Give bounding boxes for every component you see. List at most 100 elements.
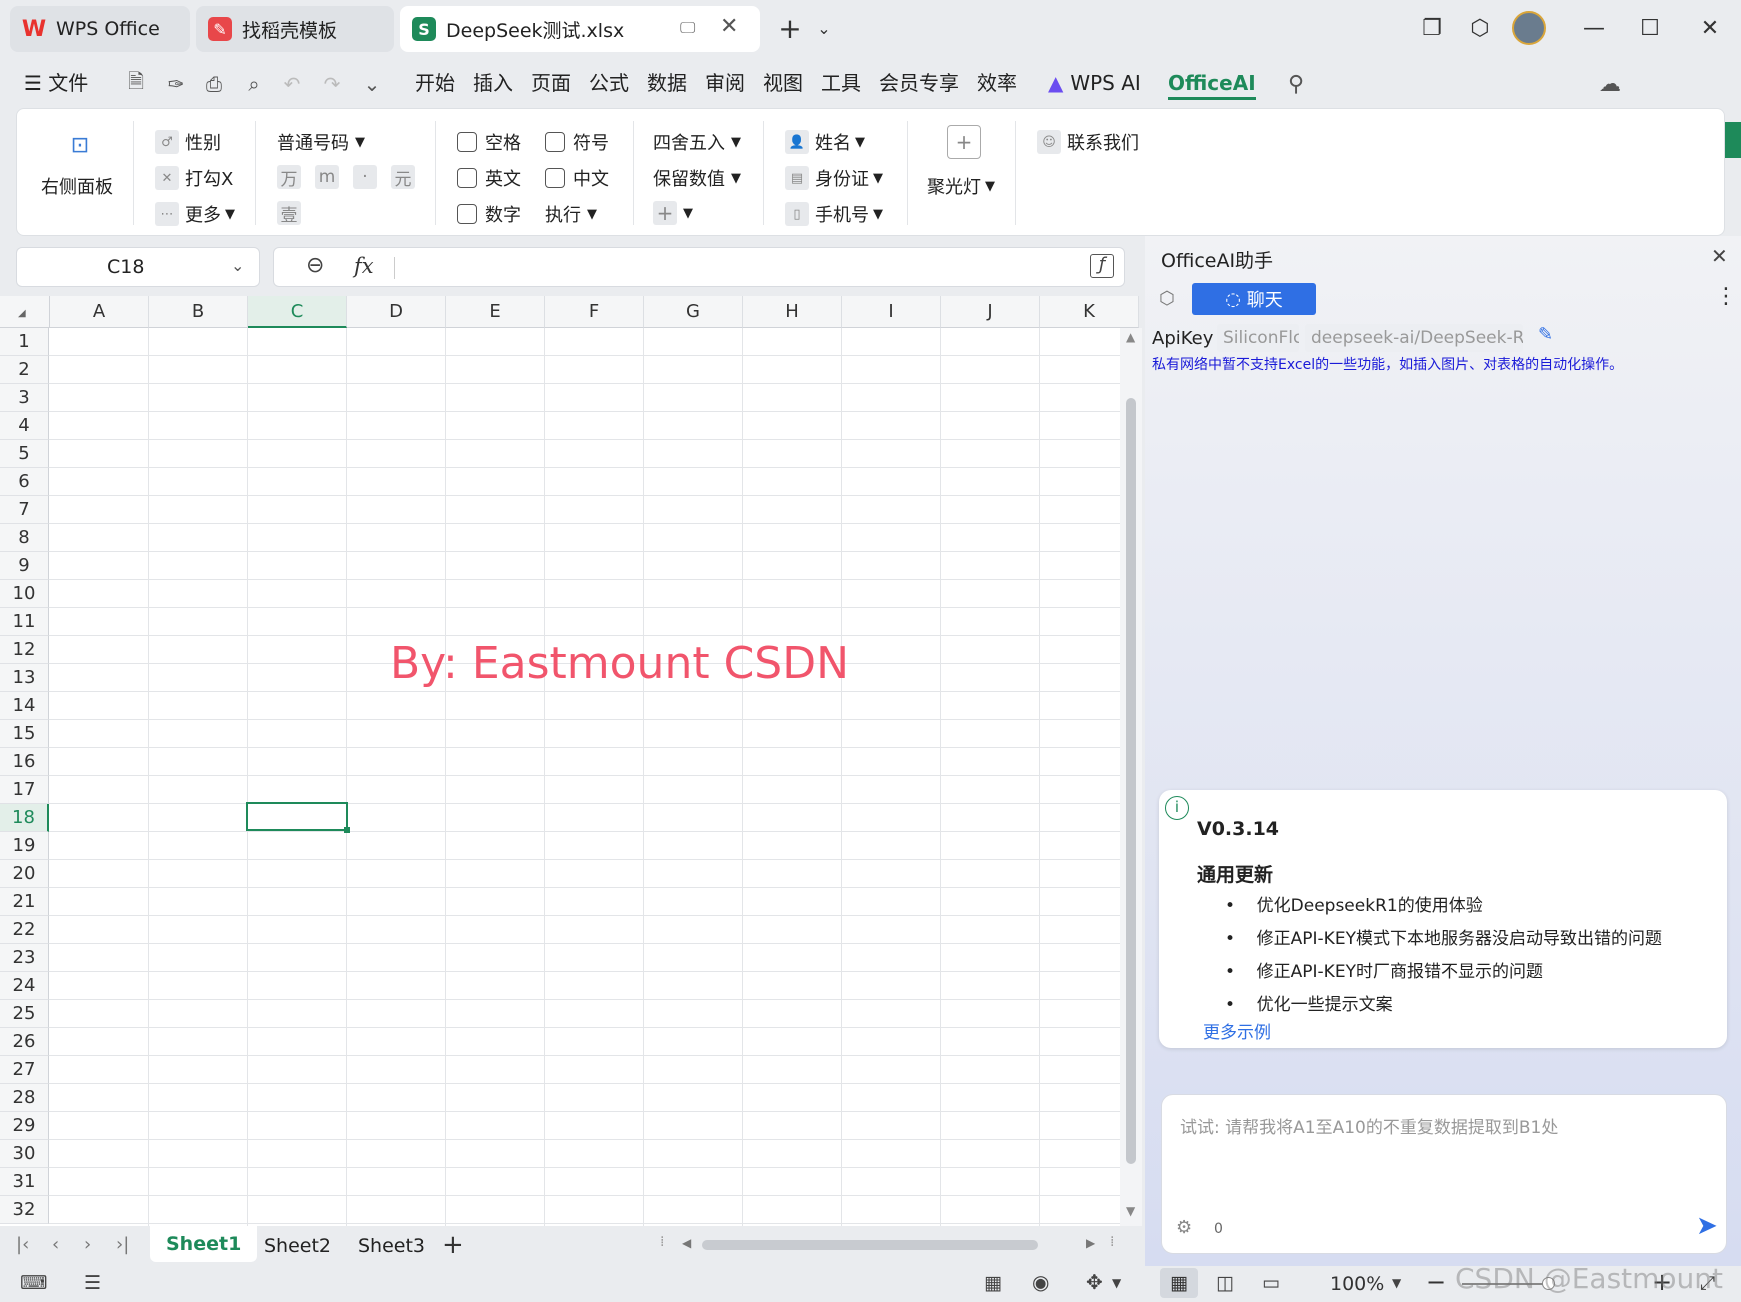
gender-button[interactable]: ♂ 性别 bbox=[155, 129, 221, 155]
page-layout-view-icon[interactable]: ▭ bbox=[1262, 1272, 1280, 1294]
add-dropdown[interactable]: + ▼ bbox=[653, 201, 693, 225]
column-header-f[interactable]: F bbox=[545, 296, 644, 328]
row-header-11[interactable]: 11 bbox=[0, 608, 49, 636]
macro-icon[interactable]: ⌨ bbox=[20, 1272, 47, 1294]
row-header-1[interactable]: 1 bbox=[0, 328, 49, 356]
prev-sheet-icon[interactable]: ‹ bbox=[52, 1234, 59, 1255]
scroll-up-icon[interactable]: ▲ bbox=[1126, 330, 1135, 344]
row-header-5[interactable]: 5 bbox=[0, 440, 49, 468]
column-header-e[interactable]: E bbox=[446, 296, 545, 328]
row-header-13[interactable]: 13 bbox=[0, 664, 49, 692]
provider-select[interactable]: SiliconFlc bbox=[1217, 324, 1299, 352]
more-button[interactable]: ⋯ 更多 ▼ bbox=[155, 201, 235, 227]
save-icon[interactable]: 🗎 bbox=[122, 69, 150, 98]
zoom-out-icon[interactable]: − bbox=[1426, 1268, 1446, 1296]
round-dropdown[interactable]: 四舍五入 ▼ bbox=[653, 129, 741, 155]
row-header-27[interactable]: 27 bbox=[0, 1056, 49, 1084]
print-icon[interactable]: ⎙ bbox=[200, 70, 228, 98]
close-tab-icon[interactable]: ✕ bbox=[720, 14, 738, 39]
english-checkbox[interactable]: 英文 bbox=[457, 165, 521, 191]
menu-formula[interactable]: 公式 bbox=[589, 66, 629, 100]
redo-icon[interactable]: ↷ bbox=[318, 70, 346, 98]
row-header-7[interactable]: 7 bbox=[0, 496, 49, 524]
close-panel-icon[interactable]: ✕ bbox=[1711, 244, 1728, 268]
tick-x-button[interactable]: ✕ 打勾X bbox=[155, 165, 233, 191]
phone-dropdown[interactable]: ▯ 手机号 ▼ bbox=[785, 201, 883, 227]
menu-efficiency[interactable]: 效率 bbox=[977, 66, 1017, 100]
column-header-c[interactable]: C bbox=[248, 296, 347, 328]
fmt-m-button[interactable]: m bbox=[315, 165, 345, 189]
selected-cell-c18[interactable] bbox=[246, 802, 350, 833]
sheet-tab-3[interactable]: Sheet3 bbox=[342, 1230, 441, 1262]
vertical-scrollbar[interactable]: ▲ ▼ bbox=[1120, 328, 1142, 1226]
row-header-8[interactable]: 8 bbox=[0, 524, 49, 552]
menu-data[interactable]: 数据 bbox=[647, 66, 687, 100]
row-header-18[interactable]: 18 bbox=[0, 804, 49, 832]
menu-page[interactable]: 页面 bbox=[531, 66, 571, 100]
chevron-down-icon[interactable]: ▼ bbox=[1112, 1276, 1121, 1290]
first-sheet-icon[interactable]: |‹ bbox=[16, 1234, 29, 1255]
column-header-b[interactable]: B bbox=[149, 296, 248, 328]
outline-icon[interactable]: ☰ bbox=[84, 1272, 101, 1294]
window-layout-icon[interactable]: ❐ bbox=[1412, 10, 1452, 46]
menu-member[interactable]: 会员专享 bbox=[879, 66, 959, 100]
column-header-h[interactable]: H bbox=[743, 296, 842, 328]
space-checkbox[interactable]: 空格 bbox=[457, 129, 521, 155]
row-header-9[interactable]: 9 bbox=[0, 552, 49, 580]
avatar[interactable] bbox=[1512, 11, 1546, 45]
spotlight-dropdown[interactable]: 聚光灯 ▼ bbox=[927, 173, 995, 199]
row-header-2[interactable]: 2 bbox=[0, 356, 49, 384]
fmt-yi-button[interactable]: 壹 bbox=[277, 201, 307, 226]
row-header-20[interactable]: 20 bbox=[0, 860, 49, 888]
last-sheet-icon[interactable]: ›| bbox=[116, 1234, 129, 1255]
more-chevron-icon[interactable]: ⌄ bbox=[358, 70, 386, 98]
right-panel-button[interactable]: 右侧面板 bbox=[41, 173, 113, 199]
scroll-down-icon[interactable]: ▼ bbox=[1126, 1204, 1135, 1218]
column-header-d[interactable]: D bbox=[347, 296, 446, 328]
scroll-left-icon[interactable]: ◀ bbox=[682, 1236, 691, 1250]
scroll-thumb[interactable] bbox=[1126, 398, 1136, 1164]
row-header-24[interactable]: 24 bbox=[0, 972, 49, 1000]
menu-review[interactable]: 审阅 bbox=[705, 66, 745, 100]
scroll-right-icon[interactable]: ▶ bbox=[1086, 1236, 1095, 1250]
menu-wps-ai[interactable]: ▲ WPS AI bbox=[1048, 66, 1141, 100]
row-header-3[interactable]: 3 bbox=[0, 384, 49, 412]
menu-insert[interactable]: 插入 bbox=[473, 66, 513, 100]
row-header-12[interactable]: 12 bbox=[0, 636, 49, 664]
table-view-icon[interactable]: ▦ bbox=[984, 1272, 1002, 1294]
sheet-tab-2[interactable]: Sheet2 bbox=[248, 1230, 347, 1262]
monitor-icon[interactable]: 🖵 bbox=[680, 18, 695, 38]
eye-protection-icon[interactable]: ◉ bbox=[1032, 1270, 1049, 1294]
split-handle-icon[interactable]: ⁞ bbox=[1110, 1234, 1114, 1250]
column-header-g[interactable]: G bbox=[644, 296, 743, 328]
fill-handle[interactable] bbox=[344, 827, 350, 833]
name-dropdown[interactable]: 👤 姓名 ▼ bbox=[785, 129, 865, 155]
send-icon[interactable]: ➤ bbox=[1696, 1211, 1718, 1241]
chat-input-box[interactable]: 试试: 请帮我将A1至A10的不重复数据提取到B1处 ⚙ 0 ➤ bbox=[1161, 1094, 1727, 1254]
id-card-dropdown[interactable]: ▤ 身份证 ▼ bbox=[785, 165, 883, 191]
contact-us-button[interactable]: ☺ 联系我们 bbox=[1037, 129, 1139, 155]
row-header-25[interactable]: 25 bbox=[0, 1000, 49, 1028]
row-header-32[interactable]: 32 bbox=[0, 1196, 49, 1224]
kebab-menu-icon[interactable]: ⋮ bbox=[1715, 284, 1737, 309]
cube-icon[interactable]: ⬡ bbox=[1460, 10, 1500, 46]
add-sheet-icon[interactable]: + bbox=[442, 1230, 464, 1260]
zoom-search-icon[interactable]: ⊖ bbox=[306, 253, 324, 278]
chat-button[interactable]: ◌ 聊天 bbox=[1192, 283, 1316, 315]
maximize-icon[interactable]: ☐ bbox=[1630, 10, 1670, 46]
column-header-j[interactable]: J bbox=[941, 296, 1040, 328]
menu-tools[interactable]: 工具 bbox=[821, 66, 861, 100]
search-icon[interactable]: ⚲ bbox=[1282, 70, 1310, 98]
file-menu[interactable]: ☰ 文件 bbox=[24, 66, 88, 100]
freeze-pane-icon[interactable]: ✥ bbox=[1086, 1270, 1103, 1294]
number-format-dropdown[interactable]: 普通号码 ▼ bbox=[277, 129, 365, 155]
fmt-yuan-button[interactable]: 元 bbox=[391, 165, 421, 190]
zoom-level[interactable]: 100% bbox=[1330, 1273, 1384, 1295]
tab-wps-office[interactable]: W WPS Office bbox=[10, 6, 190, 52]
more-examples-link[interactable]: 更多示例 bbox=[1203, 1018, 1271, 1043]
row-header-22[interactable]: 22 bbox=[0, 916, 49, 944]
menu-view[interactable]: 视图 bbox=[763, 66, 803, 100]
chinese-checkbox[interactable]: 中文 bbox=[545, 165, 609, 191]
settings-gear-icon[interactable]: ⚙ bbox=[1176, 1217, 1192, 1238]
row-header-4[interactable]: 4 bbox=[0, 412, 49, 440]
